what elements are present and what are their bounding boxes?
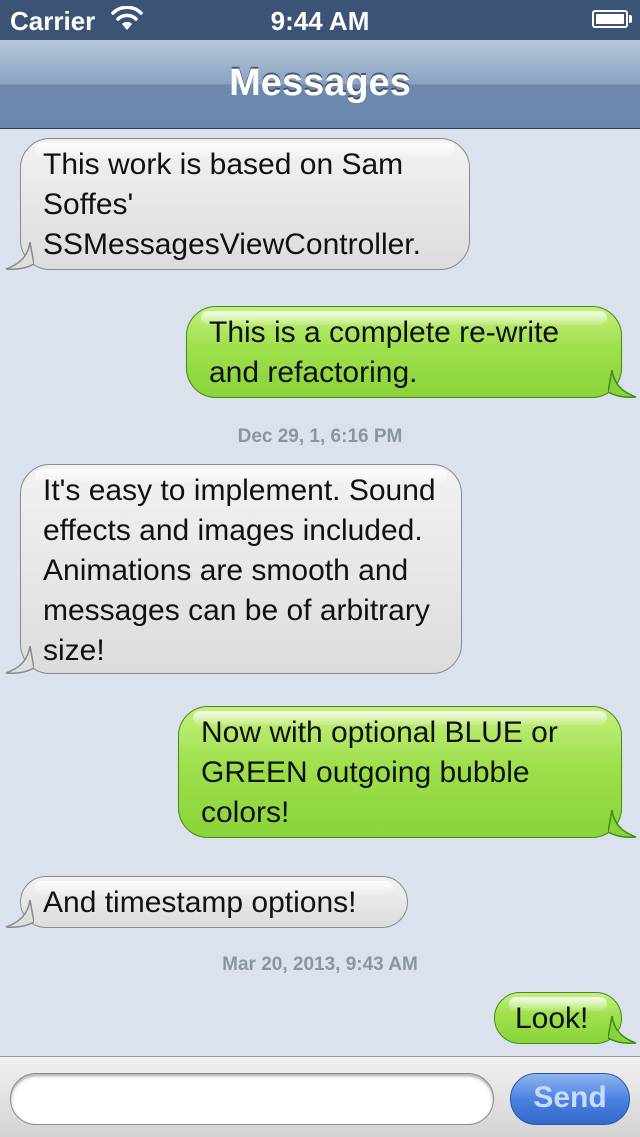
message-bubble-outgoing[interactable]: Look! [494,992,622,1044]
battery-icon [592,10,628,28]
message-bubble-incoming[interactable]: And timestamp options! [20,876,408,928]
bubble-tail [608,1016,637,1044]
bubble-tail [608,810,637,838]
message-input-bar: Send [0,1056,640,1137]
message-text: Look! [515,1002,589,1035]
battery-tip [629,15,632,23]
navigation-bar: Messages [0,40,640,129]
message-text: This is a complete re-write and refactor… [209,316,560,389]
bubble-tail [5,646,34,674]
message-timestamp: Dec 29, 1, 6:16 PM [237,426,403,447]
message-text: This work is based on Sam Soffes' SSMess… [43,148,421,261]
message-text: Now with optional BLUE or GREEN outgoing… [201,716,558,829]
message-bubble-outgoing[interactable]: Now with optional BLUE or GREEN outgoing… [178,706,622,838]
message-timestamp: Mar 20, 2013, 9:43 AM [222,954,418,975]
page-title: Messages [229,62,411,104]
bubble-tail [608,370,637,398]
message-input[interactable] [10,1073,494,1125]
message-text: It's easy to implement. Sound effects an… [43,474,436,667]
message-bubble-incoming[interactable]: This work is based on Sam Soffes' SSMess… [20,138,470,270]
bubble-tail [5,900,34,928]
send-button[interactable]: Send [510,1073,630,1125]
message-text: And timestamp options! [43,886,357,919]
message-bubble-outgoing[interactable]: This is a complete re-write and refactor… [186,306,622,398]
bubble-tail [5,242,34,270]
status-bar: Carrier 9:44 AM [0,0,640,40]
message-bubble-incoming[interactable]: It's easy to implement. Sound effects an… [20,464,462,674]
status-time: 9:44 AM [270,6,370,36]
